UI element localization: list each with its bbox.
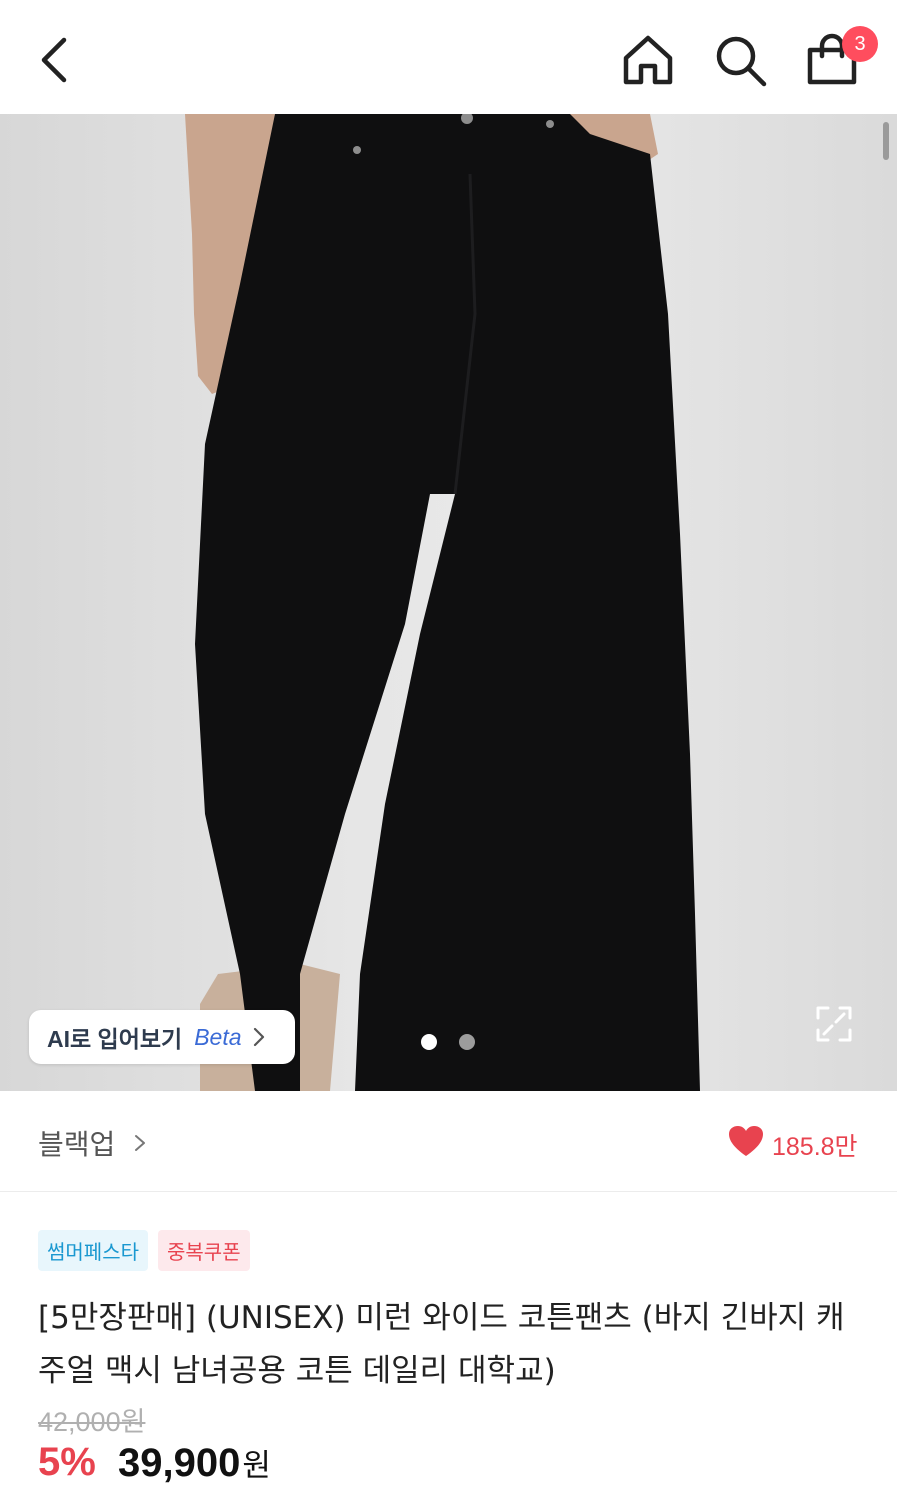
duplicate-coupon-tag: 중복쿠폰 (158, 1230, 250, 1271)
ai-tryon-label: AI로 입어보기 (47, 1026, 183, 1052)
sale-price-value: 39,900 (118, 1441, 241, 1485)
product-photo (185, 114, 700, 1091)
scroll-indicator (883, 122, 889, 160)
chevron-right-icon (135, 1135, 145, 1151)
discount-rate: 5% (38, 1440, 96, 1484)
product-image-carousel[interactable]: AI로 입어보기 Beta (0, 114, 897, 1091)
carousel-page-indicator (421, 1034, 475, 1050)
home-icon[interactable] (618, 30, 678, 90)
chevron-right-icon (253, 1027, 264, 1047)
like-count: 185.8만 (772, 1133, 858, 1161)
promo-tags: 썸머페스타 중복쿠폰 (38, 1230, 250, 1271)
price-unit: 원 (242, 1448, 271, 1484)
search-icon[interactable] (710, 30, 770, 90)
product-title: [5만장판매] (UNISEX) 미런 와이드 코튼팬츠 (바지 긴바지 캐주얼… (38, 1300, 845, 1389)
top-nav-bar: 3 (0, 0, 897, 114)
product-info: 썸머페스타 중복쿠폰 [5만장판매] (UNISEX) 미런 와이드 코튼팬츠 … (0, 1192, 897, 1500)
beta-label: Beta (194, 1023, 242, 1050)
original-price: 42,000원 (38, 1407, 146, 1437)
summer-festa-tag: 썸머페스타 (38, 1230, 148, 1271)
ai-tryon-button[interactable]: AI로 입어보기 Beta (29, 1010, 295, 1064)
fullscreen-expand-icon[interactable] (814, 1004, 854, 1044)
brand-name-link[interactable]: 블랙업 (38, 1123, 115, 1163)
sale-price: 39,900원 (118, 1440, 271, 1486)
heart-icon[interactable] (728, 1125, 764, 1157)
back-arrow-icon[interactable] (30, 30, 80, 90)
carousel-dot-active[interactable] (421, 1034, 437, 1050)
cart-count-badge: 3 (842, 26, 878, 62)
carousel-dot[interactable] (459, 1034, 475, 1050)
brand-row: 블랙업 185.8만 (0, 1091, 897, 1192)
